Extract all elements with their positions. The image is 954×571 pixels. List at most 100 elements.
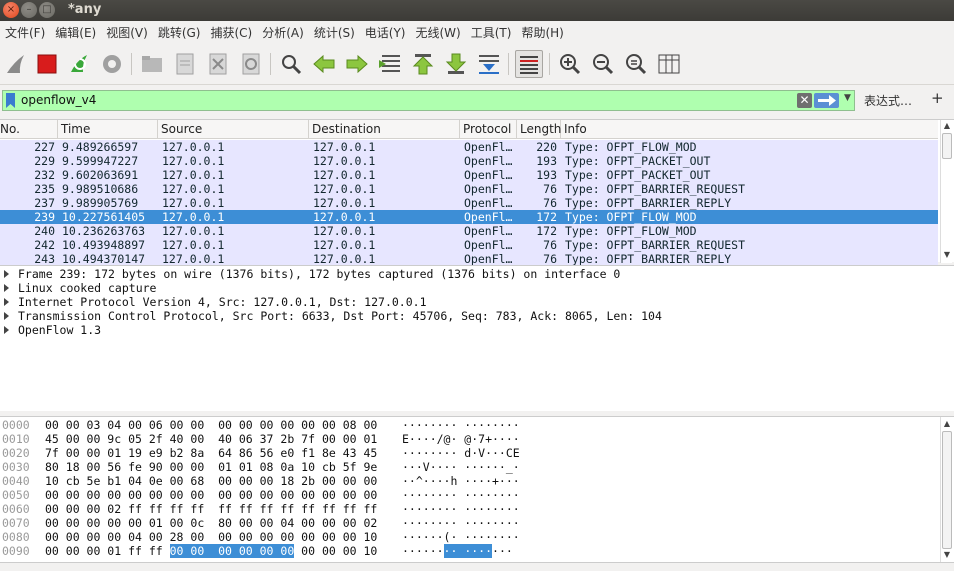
open-file-icon[interactable] [138, 50, 166, 78]
expand-arrow-icon[interactable] [4, 298, 9, 306]
byte-ascii[interactable]: ··^····h ····+··· [402, 474, 520, 488]
find-packet-icon[interactable] [277, 50, 305, 78]
close-window-button[interactable]: × [3, 2, 19, 18]
bookmark-icon[interactable] [4, 93, 17, 108]
bytes-row[interactable]: 0030 80 18 00 56 fe 90 00 00 01 01 08 0a … [0, 460, 938, 474]
column-no[interactable]: No. [0, 120, 58, 139]
menu-analyze[interactable]: 分析(A) [257, 21, 309, 45]
byte-hex[interactable]: 10 cb 5e b1 04 0e 00 68 00 00 00 18 2b 0… [45, 474, 377, 488]
byte-ascii[interactable]: ···V···· ······_· [402, 460, 520, 474]
column-info[interactable]: Info [561, 120, 938, 139]
menu-capture[interactable]: 捕获(C) [205, 21, 257, 45]
column-source[interactable]: Source [158, 120, 309, 139]
maximize-window-button[interactable]: □ [39, 2, 55, 18]
byte-hex[interactable]: 00 00 00 02 ff ff ff ff ff ff ff ff ff f… [45, 502, 377, 516]
menu-tools[interactable]: 工具(T) [466, 21, 517, 45]
bytes-row[interactable]: 0060 00 00 00 02 ff ff ff ff ff ff ff ff … [0, 502, 938, 516]
packet-row[interactable]: 240 10.236263763 127.0.0.1 127.0.0.1 OpenFl…… [0, 224, 938, 238]
resize-columns-icon[interactable] [655, 50, 683, 78]
add-filter-button[interactable]: + [931, 89, 944, 107]
stop-capture-icon[interactable] [33, 50, 61, 78]
packet-row[interactable]: 239 10.227561405 127.0.0.1 127.0.0.1 OpenFl…… [0, 210, 938, 224]
byte-ascii[interactable]: ········ ········ [402, 502, 520, 516]
close-file-icon[interactable] [204, 50, 232, 78]
menu-telephony[interactable]: 电话(Y) [360, 21, 411, 45]
packet-list-scrollbar[interactable]: ▲ ▼ [940, 120, 952, 263]
scrollbar-thumb[interactable] [942, 133, 952, 159]
byte-hex[interactable]: 45 00 00 9c 05 2f 40 00 40 06 37 2b 7f 0… [45, 432, 377, 446]
byte-ascii[interactable]: ········ ······· [402, 544, 513, 558]
normal-size-icon[interactable] [622, 50, 650, 78]
column-length[interactable]: Length [517, 120, 561, 139]
byte-ascii[interactable]: ······(· ········ [402, 530, 520, 544]
save-file-icon[interactable] [171, 50, 199, 78]
bytes-row[interactable]: 0000 00 00 03 04 00 06 00 00 00 00 00 00 … [0, 418, 938, 432]
reload-file-icon[interactable] [237, 50, 265, 78]
capture-options-icon[interactable] [98, 50, 126, 78]
menu-view[interactable]: 视图(V) [101, 21, 153, 45]
bytes-row[interactable]: 0040 10 cb 5e b1 04 0e 00 68 00 00 00 18 … [0, 474, 938, 488]
byte-hex[interactable]: 00 00 03 04 00 06 00 00 00 00 00 00 00 0… [45, 418, 377, 432]
byte-hex[interactable]: 7f 00 00 01 19 e9 b2 8a 64 86 56 e0 f1 8… [45, 446, 377, 460]
bytes-row[interactable]: 0090 00 00 00 01 ff ff 00 00 00 00 00 00 … [0, 544, 938, 558]
clear-filter-icon[interactable]: ✕ [797, 93, 812, 108]
go-to-packet-icon[interactable] [376, 50, 404, 78]
menu-wireless[interactable]: 无线(W) [411, 21, 466, 45]
menu-help[interactable]: 帮助(H) [516, 21, 568, 45]
byte-ascii[interactable]: E····/@· @·7+···· [402, 432, 520, 446]
byte-hex[interactable]: 00 00 00 00 00 01 00 0c 80 00 00 04 00 0… [45, 516, 377, 530]
byte-ascii[interactable]: ········ ········ [402, 418, 520, 432]
packet-row[interactable]: 232 9.602063691 127.0.0.1 127.0.0.1 OpenFl… 1… [0, 168, 938, 182]
go-back-icon[interactable] [310, 50, 338, 78]
expand-arrow-icon[interactable] [4, 312, 9, 320]
expression-button[interactable]: 表达式… [864, 92, 912, 109]
byte-hex[interactable]: 00 00 00 00 00 00 00 00 00 00 00 00 00 0… [45, 488, 377, 502]
bytes-row[interactable]: 0050 00 00 00 00 00 00 00 00 00 00 00 00 … [0, 488, 938, 502]
packet-row[interactable]: 227 9.489266597 127.0.0.1 127.0.0.1 OpenFl… 2… [0, 140, 938, 154]
last-packet-icon[interactable] [442, 50, 470, 78]
auto-scroll-icon[interactable] [475, 50, 503, 78]
expand-arrow-icon[interactable] [4, 284, 9, 292]
first-packet-icon[interactable] [409, 50, 437, 78]
byte-hex[interactable]: 80 18 00 56 fe 90 00 00 01 01 08 0a 10 c… [45, 460, 377, 474]
shark-fin-icon[interactable] [2, 50, 30, 78]
packet-row[interactable]: 243 10.494370147 127.0.0.1 127.0.0.1 OpenFl…… [0, 252, 938, 266]
packet-row[interactable]: 237 9.989905769 127.0.0.1 127.0.0.1 OpenFl… 7… [0, 196, 938, 210]
column-time[interactable]: Time [58, 120, 158, 139]
byte-ascii[interactable]: ········ ········ [402, 516, 520, 530]
byte-hex[interactable]: 00 00 00 00 04 00 28 00 00 00 00 00 00 0… [45, 530, 377, 544]
zoom-out-icon[interactable] [589, 50, 617, 78]
menu-file[interactable]: 文件(F) [0, 21, 50, 45]
scrollbar-thumb[interactable] [942, 431, 952, 549]
packet-row[interactable]: 235 9.989510686 127.0.0.1 127.0.0.1 OpenFl… 7… [0, 182, 938, 196]
bytes-row[interactable]: 0080 00 00 00 00 04 00 28 00 00 00 00 00 … [0, 530, 938, 544]
scroll-down-icon[interactable]: ▼ [942, 550, 952, 560]
bytes-scrollbar[interactable]: ▲ ▼ [940, 417, 952, 563]
byte-ascii[interactable]: ········ ········ [402, 488, 520, 502]
apply-filter-icon[interactable] [814, 93, 839, 108]
scroll-down-icon[interactable]: ▼ [942, 250, 952, 260]
bytes-row[interactable]: 0010 45 00 00 9c 05 2f 40 00 40 06 37 2b … [0, 432, 938, 446]
go-forward-icon[interactable] [343, 50, 371, 78]
column-protocol[interactable]: Protocol [460, 120, 517, 139]
minimize-window-button[interactable]: – [21, 2, 37, 18]
restart-capture-icon[interactable] [65, 50, 93, 78]
menu-go[interactable]: 跳转(G) [153, 21, 206, 45]
expand-arrow-icon[interactable] [4, 326, 9, 334]
scroll-up-icon[interactable]: ▲ [942, 121, 952, 131]
byte-hex[interactable]: 00 00 00 01 ff ff 00 00 00 00 00 00 00 0… [45, 544, 377, 558]
filter-dropdown-icon[interactable]: ▼ [844, 93, 851, 103]
bytes-row[interactable]: 0070 00 00 00 00 00 01 00 0c 80 00 00 04 … [0, 516, 938, 530]
menu-edit[interactable]: 编辑(E) [50, 21, 101, 45]
zoom-in-icon[interactable] [556, 50, 584, 78]
filter-text[interactable]: openflow_v4 [21, 91, 96, 110]
column-destination[interactable]: Destination [309, 120, 460, 139]
bytes-row[interactable]: 0020 7f 00 00 01 19 e9 b2 8a 64 86 56 e0 … [0, 446, 938, 460]
display-filter-input[interactable]: openflow_v4 ✕ ▼ [2, 90, 855, 111]
packet-row[interactable]: 229 9.599947227 127.0.0.1 127.0.0.1 OpenFl… 1… [0, 154, 938, 168]
byte-ascii[interactable]: ········ d·V···CE [402, 446, 520, 460]
scroll-up-icon[interactable]: ▲ [942, 419, 952, 429]
colorize-icon[interactable] [515, 50, 543, 78]
menu-statistics[interactable]: 统计(S) [309, 21, 360, 45]
expand-arrow-icon[interactable] [4, 270, 9, 278]
